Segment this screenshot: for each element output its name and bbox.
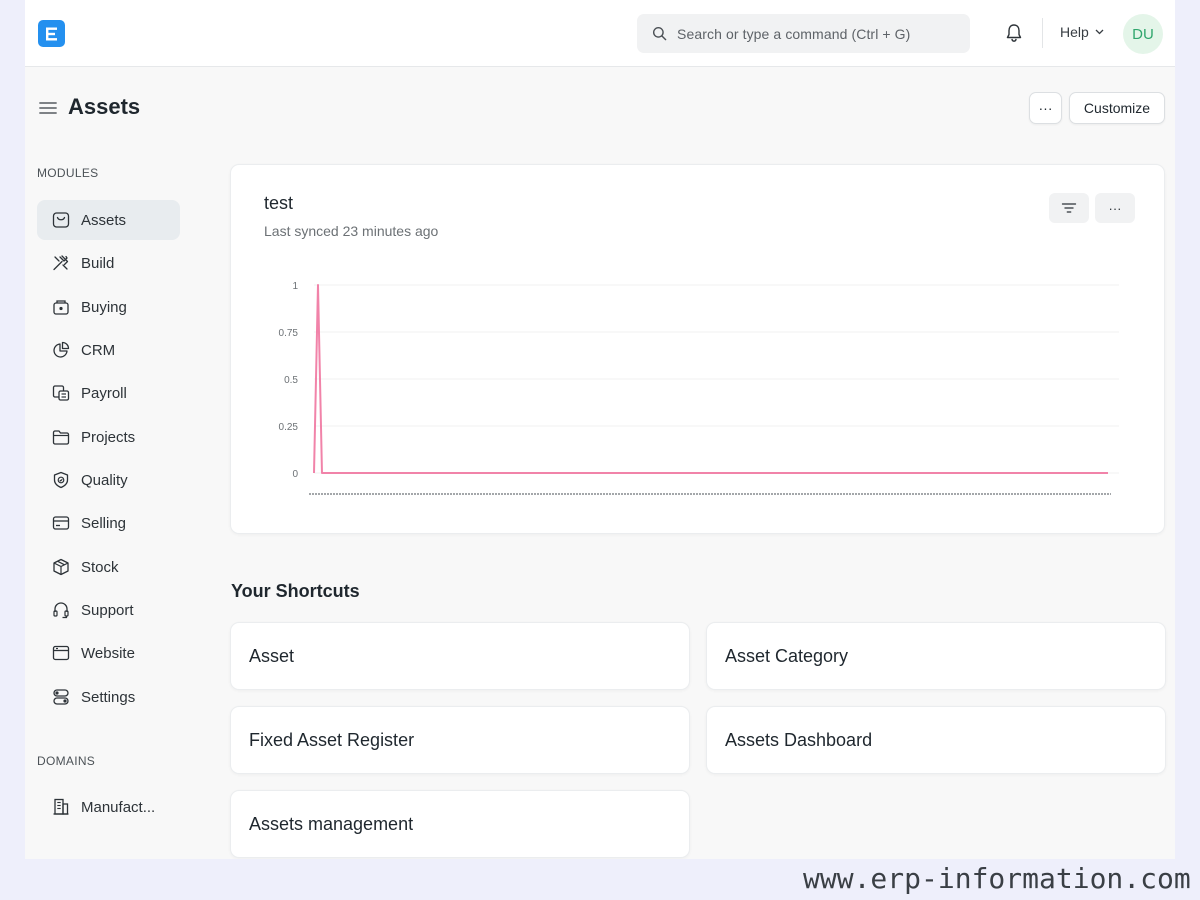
shortcut-asset[interactable]: Asset	[230, 622, 690, 690]
sidebar-item-label: Build	[81, 254, 115, 272]
erpnext-logo-icon	[45, 27, 57, 40]
assets-icon	[52, 212, 70, 228]
domains-section-label: DOMAINS	[37, 754, 96, 768]
projects-icon	[52, 430, 70, 445]
chevron-down-icon	[1095, 29, 1104, 35]
page-title: Assets	[68, 94, 141, 119]
buying-icon	[53, 300, 69, 315]
y-tick-label: 0	[292, 469, 298, 480]
sidebar-item-label: Buying	[81, 298, 127, 316]
sidebar-item-label: Manufact...	[81, 798, 156, 816]
y-tick-label: 1	[292, 281, 298, 292]
sidebar-item-label: Selling	[81, 514, 127, 532]
y-tick-label: 0.25	[279, 422, 299, 433]
customize-button[interactable]: Customize	[1069, 92, 1165, 124]
modules-section-label: MODULES	[37, 166, 99, 180]
sidebar-item-buying[interactable]: Buying	[37, 287, 180, 327]
sidebar-item-assets[interactable]: Assets	[37, 200, 180, 240]
sidebar-item-build[interactable]: Build	[37, 243, 180, 283]
selling-icon	[52, 516, 70, 530]
quality-icon	[53, 471, 69, 489]
help-dropdown[interactable]: Help	[1060, 24, 1104, 40]
sidebar-item-label: Payroll	[81, 384, 127, 402]
sidebar-item-manufacturing[interactable]: Manufact...	[37, 787, 180, 827]
sidebar-item-label: CRM	[81, 341, 116, 359]
sidebar-item-crm[interactable]: CRM	[37, 330, 180, 370]
sidebar-item-settings[interactable]: Settings	[37, 677, 180, 717]
search-placeholder: Search or type a command (Ctrl + G)	[677, 25, 911, 42]
top-navbar: Search or type a command (Ctrl + G) Help…	[25, 0, 1175, 67]
sidebar-toggle-icon[interactable]	[39, 100, 57, 116]
sidebar-item-projects[interactable]: Projects	[37, 417, 180, 457]
sidebar-item-website[interactable]: Website	[37, 633, 180, 673]
sidebar-item-label: Website	[81, 644, 135, 662]
shortcuts-heading: Your Shortcuts	[231, 581, 360, 601]
crm-icon	[53, 341, 70, 358]
sidebar-item-label: Quality	[81, 471, 128, 489]
shortcut-assets-management[interactable]: Assets management	[230, 790, 690, 858]
sidebar-item-stock[interactable]: Stock	[37, 547, 180, 587]
sidebar-item-label: Support	[81, 601, 134, 619]
sidebar-item-payroll[interactable]: Payroll	[37, 373, 180, 413]
search-icon	[652, 26, 667, 41]
y-tick-label: 0.75	[279, 328, 299, 339]
sidebar-item-label: Assets	[81, 211, 127, 229]
page-more-button[interactable]: ···	[1029, 92, 1062, 124]
sidebar-item-support[interactable]: Support	[37, 590, 180, 630]
payroll-icon	[52, 385, 70, 401]
support-icon	[53, 602, 69, 619]
sidebar-item-label: Projects	[81, 428, 136, 446]
build-icon	[53, 255, 69, 271]
app-window: Search or type a command (Ctrl + G) Help…	[25, 0, 1175, 859]
settings-icon	[53, 689, 69, 705]
sidebar-item-label: Stock	[81, 558, 119, 576]
stock-icon	[53, 558, 69, 576]
sidebar-item-quality[interactable]: Quality	[37, 460, 180, 500]
navbar-divider	[1042, 18, 1043, 48]
y-tick-label: 0.5	[284, 375, 298, 386]
notification-bell-icon[interactable]	[1003, 22, 1025, 44]
chart-card: test Last synced 23 minutes ago ··· 1 0.7…	[230, 164, 1165, 534]
shortcut-assets-dashboard[interactable]: Assets Dashboard	[706, 706, 1166, 774]
user-avatar[interactable]: DU	[1123, 14, 1163, 54]
app-logo[interactable]	[38, 20, 65, 47]
sidebar-item-label: Settings	[81, 688, 136, 706]
website-icon	[52, 645, 70, 661]
shortcut-asset-category[interactable]: Asset Category	[706, 622, 1166, 690]
manufacturing-icon	[53, 798, 69, 815]
help-label: Help	[1060, 24, 1089, 40]
sidebar-item-selling[interactable]: Selling	[37, 503, 180, 543]
search-bar[interactable]: Search or type a command (Ctrl + G)	[637, 14, 970, 53]
watermark-text: www.erp-information.com	[803, 862, 1191, 895]
shortcut-fixed-asset-register[interactable]: Fixed Asset Register	[230, 706, 690, 774]
line-chart: 1 0.75 0.5 0.25 0	[279, 281, 1119, 495]
